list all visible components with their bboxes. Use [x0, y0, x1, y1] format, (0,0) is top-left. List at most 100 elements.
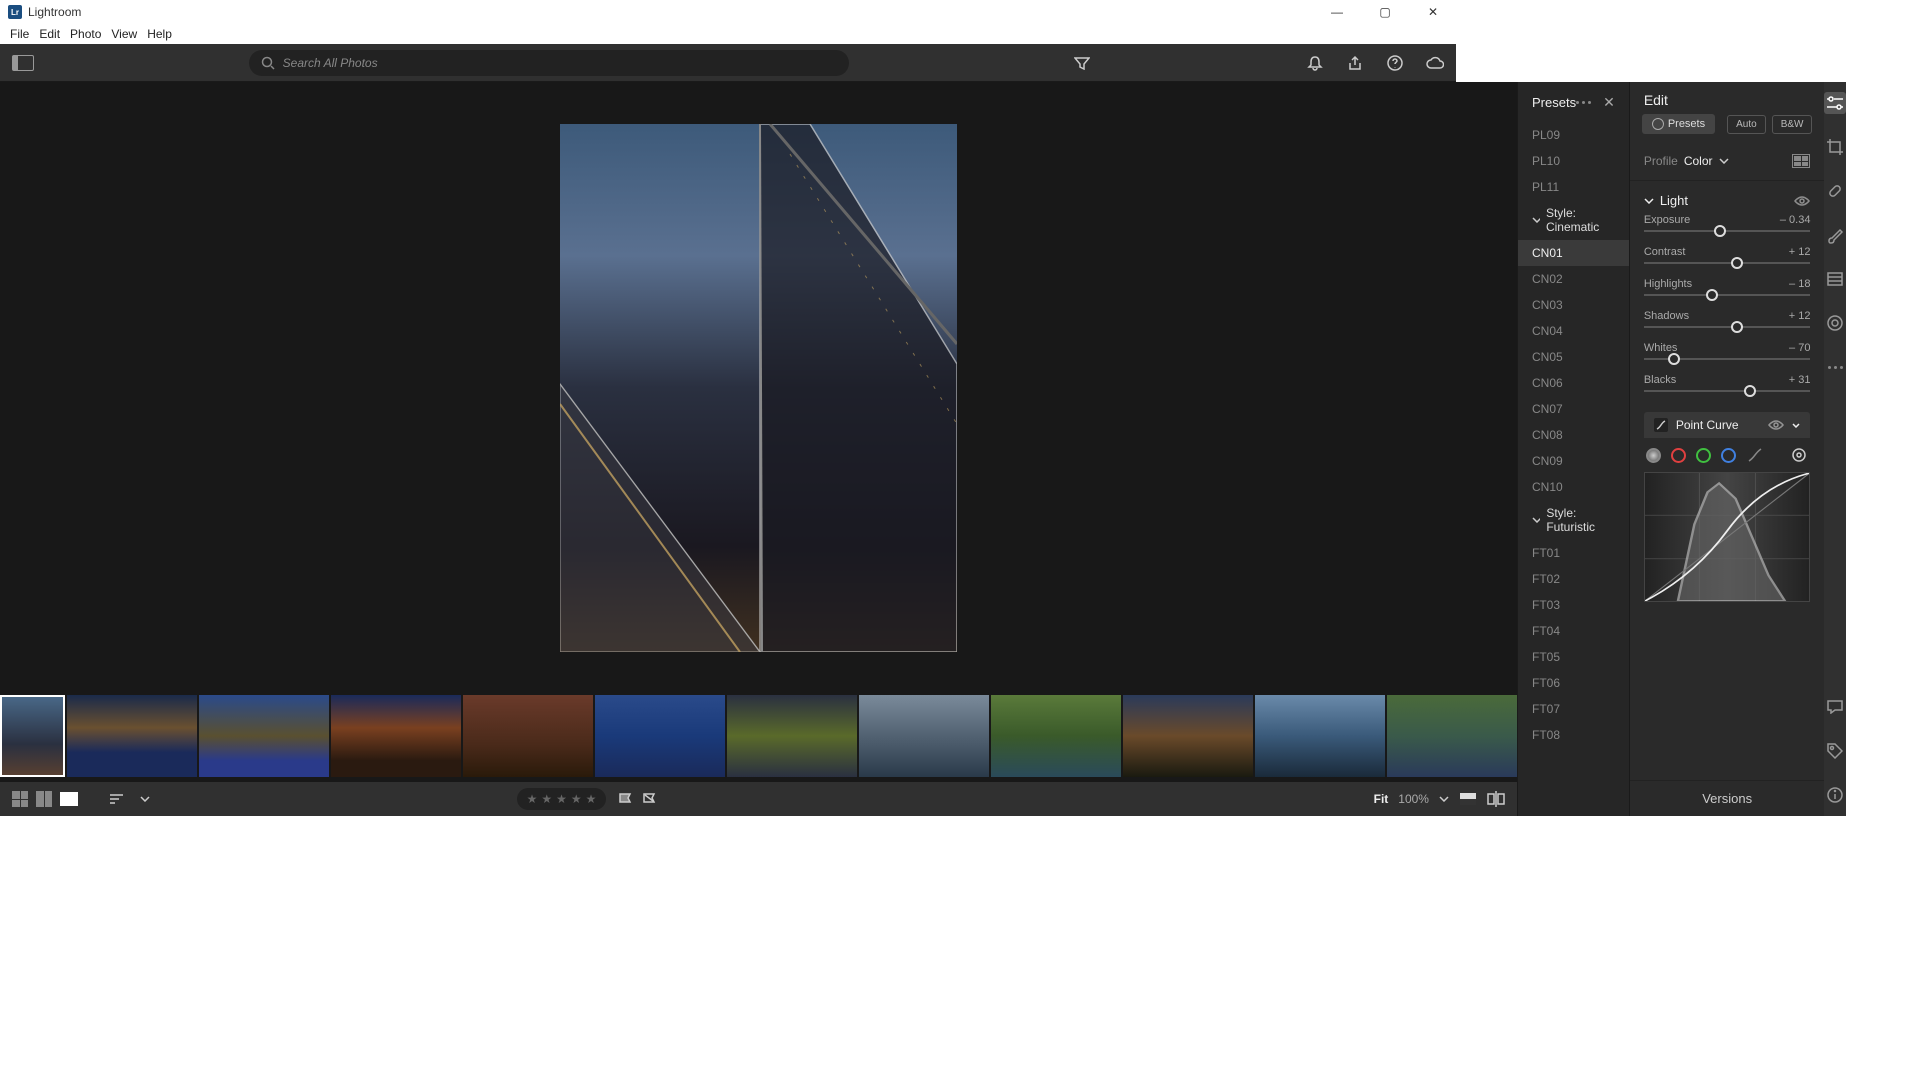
chevron-down-icon[interactable] [136, 790, 154, 808]
light-section-label[interactable]: Light [1660, 193, 1688, 208]
channel-blue[interactable] [1721, 448, 1736, 463]
preset-item[interactable]: FT08 [1518, 722, 1629, 748]
comment-icon[interactable] [1824, 696, 1846, 718]
linear-gradient-icon[interactable] [1824, 268, 1846, 290]
preset-item[interactable]: FT03 [1518, 592, 1629, 618]
preset-item[interactable]: PL09 [1518, 122, 1629, 148]
preset-group[interactable]: Style: Cinematic [1518, 200, 1629, 240]
preset-item[interactable]: FT05 [1518, 644, 1629, 670]
help-icon[interactable] [1386, 54, 1404, 72]
panel-toggle-icon[interactable] [12, 55, 34, 71]
radial-gradient-icon[interactable] [1824, 312, 1846, 334]
filmstrip[interactable] [0, 694, 1517, 782]
filter-icon[interactable] [1073, 54, 1091, 72]
channel-luma[interactable] [1646, 448, 1661, 463]
curve-toggle-icon[interactable] [1654, 418, 1668, 432]
thumbnail[interactable] [67, 695, 197, 777]
curve-editor[interactable] [1644, 472, 1811, 602]
preset-item[interactable]: PL10 [1518, 148, 1629, 174]
preset-group[interactable]: Style: Futuristic [1518, 500, 1629, 540]
menu-edit[interactable]: Edit [35, 25, 64, 43]
healing-tool-icon[interactable] [1824, 180, 1846, 202]
chevron-down-icon[interactable] [1439, 796, 1449, 802]
slider-whites[interactable]: Whites– 70 [1644, 342, 1811, 360]
share-icon[interactable] [1346, 54, 1364, 72]
channel-red[interactable] [1671, 448, 1686, 463]
close-icon[interactable]: ✕ [1603, 94, 1615, 111]
menu-photo[interactable]: Photo [66, 25, 105, 43]
preset-item[interactable]: FT02 [1518, 566, 1629, 592]
preset-item[interactable]: FT04 [1518, 618, 1629, 644]
preset-item[interactable]: CN08 [1518, 422, 1629, 448]
preset-item[interactable]: CN01 [1518, 240, 1629, 266]
cloud-icon[interactable] [1426, 54, 1444, 72]
zoom-pct-label[interactable]: 100% [1398, 792, 1429, 806]
edit-tool-icon[interactable] [1824, 92, 1846, 114]
compare-view-button[interactable] [36, 791, 52, 807]
canvas-area[interactable] [0, 82, 1517, 694]
slider-highlights[interactable]: Highlights– 18 [1644, 278, 1811, 296]
menu-view[interactable]: View [107, 25, 141, 43]
thumbnail[interactable] [991, 695, 1121, 777]
chevron-down-icon[interactable] [1792, 423, 1800, 428]
slider-contrast[interactable]: Contrast+ 12 [1644, 246, 1811, 264]
thumbnail[interactable] [595, 695, 725, 777]
eye-icon[interactable] [1794, 196, 1810, 206]
thumbnail[interactable] [1255, 695, 1385, 777]
profile-browser-icon[interactable] [1792, 154, 1810, 168]
preset-item[interactable]: CN05 [1518, 344, 1629, 370]
tag-icon[interactable] [1824, 740, 1846, 762]
more-icon[interactable] [1824, 356, 1846, 378]
notification-icon[interactable] [1306, 54, 1324, 72]
menu-file[interactable]: File [6, 25, 33, 43]
thumbnail[interactable] [0, 695, 65, 777]
flag-reject-icon[interactable] [640, 790, 658, 808]
thumbnail[interactable] [463, 695, 593, 777]
chevron-down-icon[interactable] [1719, 158, 1729, 164]
preset-item[interactable]: FT01 [1518, 540, 1629, 566]
menu-help[interactable]: Help [143, 25, 176, 43]
presets-button[interactable]: Presets [1642, 114, 1715, 134]
main-image[interactable] [560, 124, 957, 652]
search-input[interactable]: Search All Photos [249, 50, 849, 76]
chevron-down-icon[interactable] [1644, 198, 1654, 204]
point-curve-header[interactable]: Point Curve [1644, 412, 1811, 438]
preset-item[interactable]: FT06 [1518, 670, 1629, 696]
minimize-button[interactable]: — [1322, 5, 1352, 19]
compare-icon[interactable] [1487, 790, 1505, 808]
thumbnail[interactable] [331, 695, 461, 777]
channel-green[interactable] [1696, 448, 1711, 463]
crop-tool-icon[interactable] [1824, 136, 1846, 158]
zoom-fit-label[interactable]: Fit [1374, 792, 1389, 806]
slider-exposure[interactable]: Exposure– 0.34 [1644, 214, 1811, 232]
grid-view-button[interactable] [12, 791, 28, 807]
close-button[interactable]: ✕ [1418, 5, 1448, 19]
thumbnail[interactable] [1387, 695, 1517, 777]
preset-item[interactable]: CN06 [1518, 370, 1629, 396]
eye-icon[interactable] [1768, 420, 1784, 430]
star-icon[interactable]: ★ [541, 792, 552, 806]
preset-item[interactable]: CN02 [1518, 266, 1629, 292]
rating-stars[interactable]: ★★★★★ [517, 788, 607, 810]
thumbnail[interactable] [727, 695, 857, 777]
thumbnail[interactable] [1123, 695, 1253, 777]
thumbnail[interactable] [859, 695, 989, 777]
slider-blacks[interactable]: Blacks+ 31 [1644, 374, 1811, 392]
preset-item[interactable]: FT07 [1518, 696, 1629, 722]
auto-button[interactable]: Auto [1727, 115, 1766, 134]
flag-pick-icon[interactable] [616, 790, 634, 808]
star-icon[interactable]: ★ [527, 792, 538, 806]
slider-shadows[interactable]: Shadows+ 12 [1644, 310, 1811, 328]
star-icon[interactable]: ★ [556, 792, 567, 806]
preset-item[interactable]: PL11 [1518, 174, 1629, 200]
sort-icon[interactable] [108, 790, 126, 808]
preset-item[interactable]: CN09 [1518, 448, 1629, 474]
preset-list[interactable]: PL09PL10PL11Style: CinematicCN01CN02CN03… [1518, 122, 1629, 816]
profile-value[interactable]: Color [1684, 154, 1713, 168]
preset-item[interactable]: CN07 [1518, 396, 1629, 422]
star-icon[interactable]: ★ [586, 792, 597, 806]
preset-item[interactable]: CN10 [1518, 474, 1629, 500]
info-overlay-icon[interactable] [1459, 790, 1477, 808]
maximize-button[interactable]: ▢ [1370, 5, 1400, 19]
detail-view-button[interactable] [60, 792, 78, 806]
